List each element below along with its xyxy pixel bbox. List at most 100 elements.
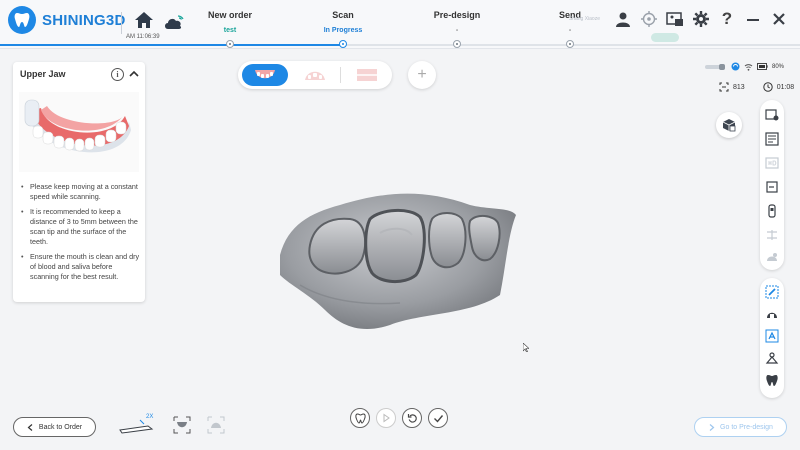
step-title: Pre-design [433, 10, 481, 20]
clock-time: AM 11:06:39 [126, 34, 160, 40]
scanner-icon [705, 63, 725, 70]
export-icon[interactable] [765, 180, 779, 194]
wifi-icon [744, 63, 753, 71]
add-jaw-button[interactable]: + [408, 61, 436, 89]
step-title: New order [207, 10, 252, 20]
play-icon [383, 413, 390, 423]
step-pre-design[interactable]: Pre-design - [412, 10, 502, 34]
list-item: Ensure the mouth is clean and dry of blo… [21, 252, 141, 283]
upper-jaw-tab[interactable] [242, 64, 288, 86]
scan-controls [350, 408, 448, 428]
sync-icon [731, 62, 740, 71]
scan-area-lower-button[interactable] [206, 414, 226, 436]
go-to-pre-design-label: Go to Pre-design [720, 423, 773, 431]
clock-icon [762, 82, 773, 92]
view-cube-icon [722, 119, 736, 132]
user-name: Shang Xiaoze [568, 16, 600, 22]
right-toolbar-tools [760, 278, 784, 398]
confirm-button[interactable] [428, 408, 448, 428]
list-item: It is recommended to keep a distance of … [21, 207, 141, 248]
scan-area-upper-button[interactable] [172, 414, 192, 436]
scan-tip-size: 2X [146, 414, 154, 420]
chevron-up-icon[interactable] [129, 69, 139, 79]
scan-body-icon[interactable] [765, 204, 779, 218]
gear-icon[interactable] [692, 10, 710, 28]
chevron-left-icon [27, 423, 33, 431]
scan-tip-indicator[interactable]: 2X [118, 414, 158, 436]
play-button[interactable] [376, 408, 396, 428]
hd-icon[interactable] [765, 156, 779, 170]
right-toolbar-view [760, 100, 784, 270]
upper-jaw-icon [255, 70, 275, 79]
undo-icon [407, 413, 417, 423]
bite-icon [357, 69, 377, 81]
frame-count-icon [719, 82, 729, 92]
device-status: 80% [705, 62, 784, 71]
brand-logo: SHINING3D [8, 6, 125, 34]
cloud-sync-icon[interactable] [163, 12, 185, 32]
step-node-new-order [226, 40, 234, 48]
mark-point-icon[interactable] [765, 351, 779, 365]
help-icon[interactable]: ? [718, 9, 736, 28]
panel-title: Upper Jaw [20, 69, 66, 79]
divider [121, 12, 122, 34]
list-item: Please keep moving at a constant speed w… [21, 182, 141, 203]
back-to-order-button[interactable]: Back to Order [13, 417, 96, 437]
step-status: - [455, 27, 459, 34]
step-status: - [568, 27, 572, 34]
brand-name: SHINING3D [42, 11, 126, 29]
go-to-pre-design-button[interactable]: Go to Pre-design [694, 417, 787, 437]
measure-icon[interactable] [765, 329, 779, 343]
undo-button[interactable] [402, 408, 422, 428]
step-new-order[interactable]: New order test [185, 10, 275, 34]
scan-stats: 813 01:08 [719, 82, 794, 92]
trim-icon[interactable] [765, 228, 779, 242]
upper-jaw-illustration [19, 92, 139, 172]
jaw-selector [238, 61, 392, 89]
minimize-icon[interactable] [744, 10, 762, 28]
step-node-scan [339, 40, 347, 48]
scan-duration: 01:08 [776, 83, 795, 91]
optimize-button[interactable] [350, 408, 370, 428]
calibration-badge [651, 33, 679, 42]
upper-area-icon [173, 416, 191, 434]
mouse-cursor-icon [523, 343, 529, 352]
lower-jaw-icon [305, 71, 325, 80]
frame-count: 813 [733, 83, 745, 91]
scan-mode-tools: 2X [118, 414, 226, 436]
select-region-icon[interactable] [765, 285, 779, 299]
battery-icon [757, 63, 768, 70]
step-scan[interactable]: Scan In Progress [298, 10, 388, 34]
bite-tab[interactable] [344, 64, 390, 86]
step-status: test [223, 27, 237, 34]
screenshot-icon[interactable] [666, 10, 684, 28]
texture-icon[interactable] [765, 132, 779, 146]
step-node-send [566, 40, 574, 48]
check-icon [433, 414, 443, 423]
home-icon[interactable] [134, 10, 154, 32]
scan-3d-model[interactable] [270, 185, 520, 335]
scan-guide-panel: Upper Jaw i Please keep moving at a cons… [13, 62, 145, 302]
battery-level: 80% [772, 63, 785, 70]
tooth-optimize-icon [354, 412, 366, 424]
lower-jaw-tab[interactable] [292, 64, 338, 86]
tooth-logo-icon [8, 6, 36, 34]
back-to-order-label: Back to Order [38, 423, 83, 431]
calibration-icon[interactable] [640, 10, 658, 28]
view-cube-button[interactable] [716, 112, 742, 138]
lock-area-icon[interactable] [765, 307, 779, 321]
scan-tips-list: Please keep moving at a constant speed w… [21, 182, 141, 287]
top-right-actions: Shang Xiaoze ? [568, 9, 788, 28]
divider [340, 67, 341, 83]
progress-fill [0, 44, 343, 46]
top-bar: SHINING3D AM 11:06:39 New order test Sca… [0, 0, 800, 49]
close-icon[interactable] [770, 10, 788, 28]
model-icon[interactable] [765, 250, 779, 264]
tooth-analysis-icon[interactable] [765, 373, 779, 387]
user-icon[interactable] [614, 10, 632, 28]
info-icon[interactable]: i [111, 68, 124, 81]
step-status: In Progress [323, 27, 363, 34]
step-node-pre-design [453, 40, 461, 48]
scan-settings-icon[interactable] [765, 108, 779, 122]
lower-area-icon [207, 416, 225, 434]
